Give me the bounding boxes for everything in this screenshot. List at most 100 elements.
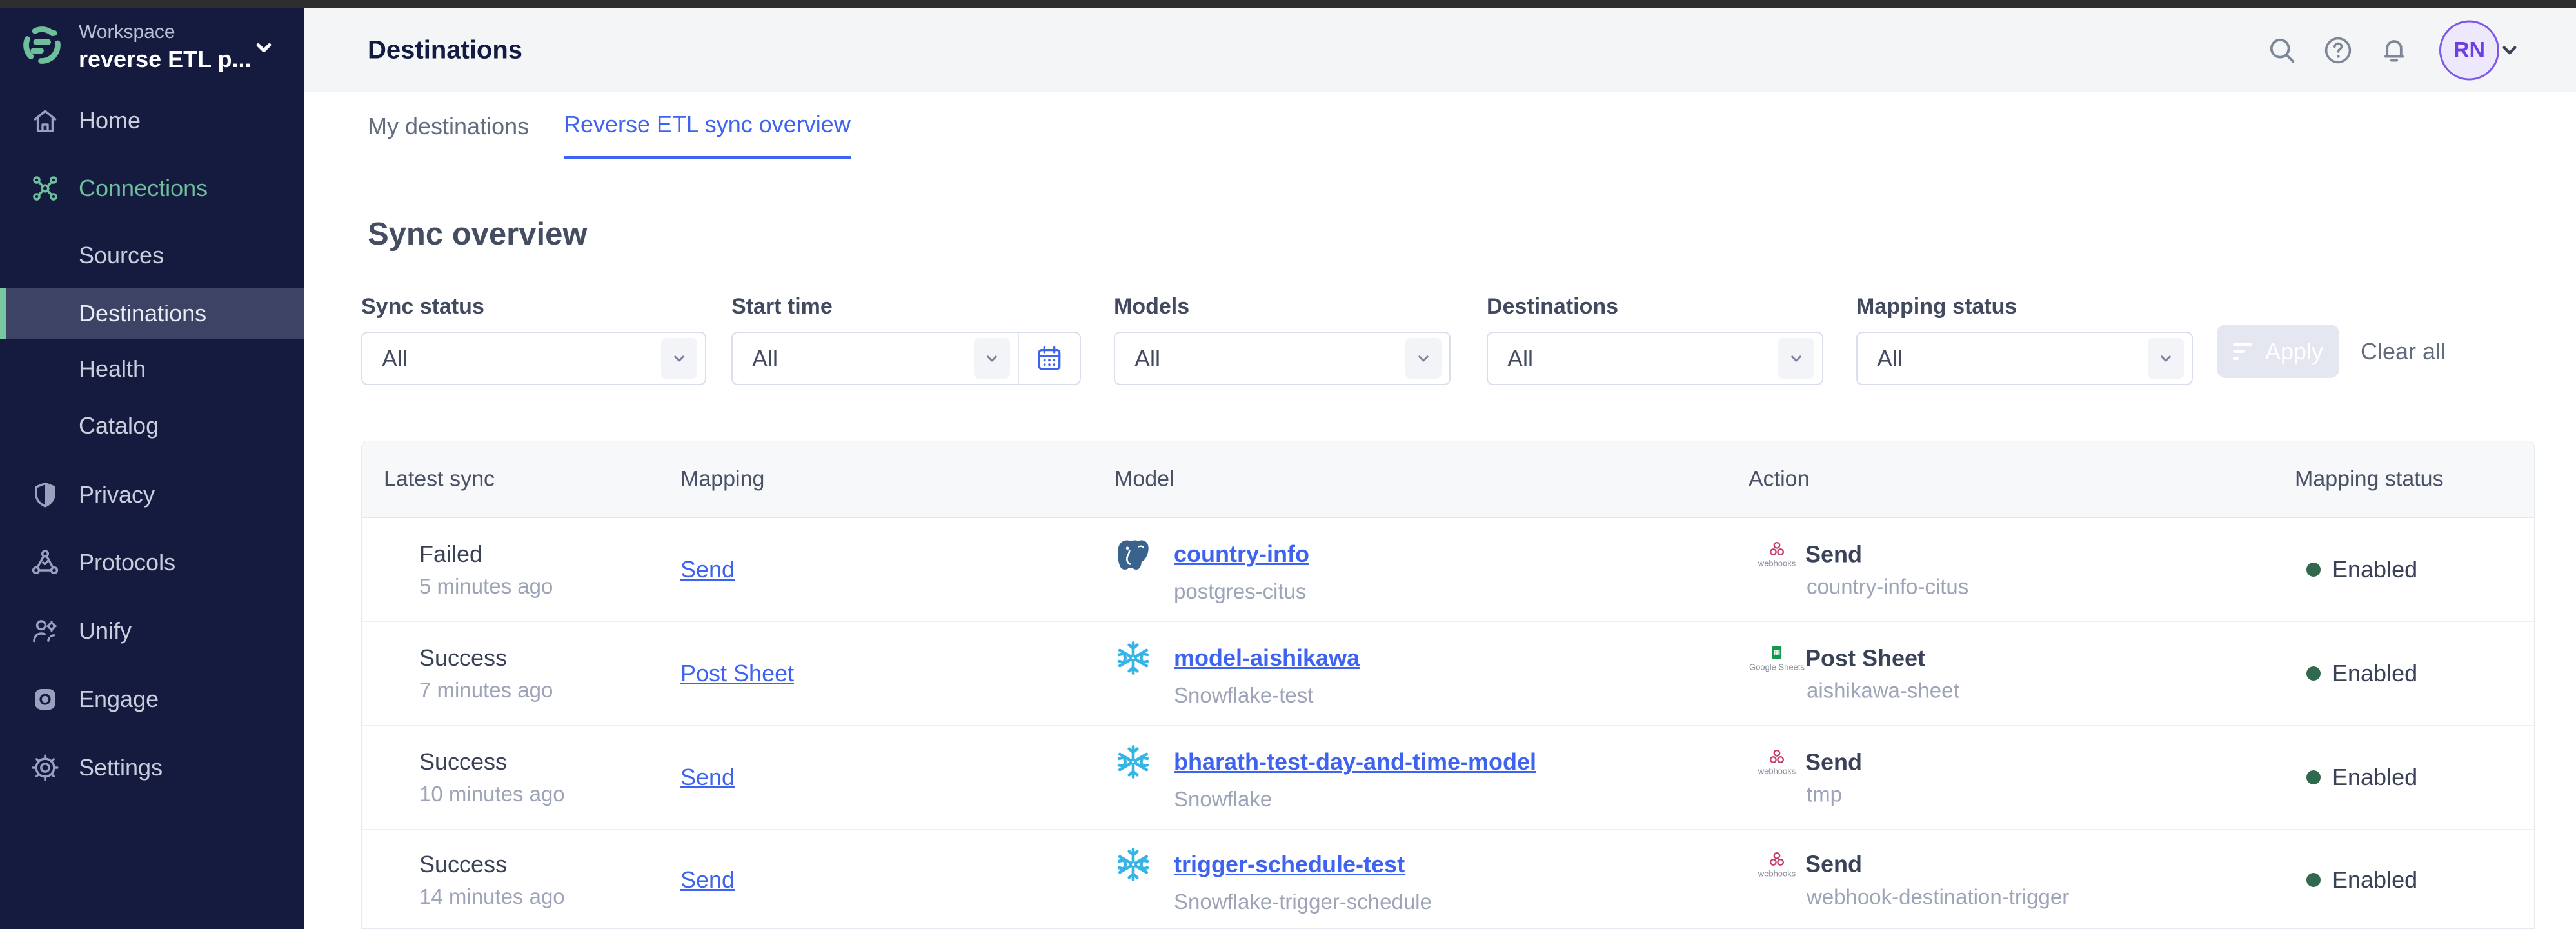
- table-row: Failed 5 minutes ago Send country-info p…: [362, 518, 2534, 622]
- sync-status-text: Success: [419, 748, 507, 775]
- sidebar-item-health[interactable]: Health: [0, 343, 304, 395]
- start-time-select[interactable]: All: [731, 332, 1081, 385]
- enabled-status-icon: [2306, 563, 2321, 577]
- sidebar-item-home[interactable]: Home: [0, 95, 304, 146]
- action-name: Send: [1805, 541, 1862, 568]
- table-row: Success 10 minutes ago Send bharath-test: [362, 726, 2534, 830]
- mapping-status-text: Enabled: [2332, 660, 2417, 687]
- search-icon[interactable]: [2266, 35, 2297, 66]
- unify-icon: [30, 615, 61, 646]
- select-value: All: [1507, 345, 1533, 372]
- model-link[interactable]: trigger-schedule-test: [1174, 851, 1405, 878]
- window-chrome-strip: [0, 0, 2576, 8]
- chevron-down-icon: [661, 338, 697, 379]
- engage-icon: [30, 684, 61, 715]
- sidebar: Workspace reverse ETL p... Home Connecti…: [0, 8, 304, 929]
- models-select[interactable]: All: [1114, 332, 1451, 385]
- latest-sync-cell: Success 14 minutes ago: [383, 851, 565, 909]
- mapping-link[interactable]: Send: [680, 556, 735, 583]
- sidebar-item-engage[interactable]: Engage: [0, 674, 304, 725]
- snowflake-icon: [1115, 639, 1152, 677]
- sync-status-text: Success: [419, 851, 507, 878]
- main-content: Sync overview Sync status All Start time…: [304, 159, 2576, 929]
- sidebar-item-label: Engage: [79, 686, 159, 713]
- help-icon[interactable]: [2323, 35, 2353, 66]
- postgres-icon: [1115, 535, 1152, 573]
- mapping-status-text: Enabled: [2332, 764, 2417, 791]
- filter-mapping-status: Mapping status All: [1856, 294, 2193, 385]
- column-header-action: Action: [1749, 467, 1810, 492]
- sidebar-item-catalog[interactable]: Catalog: [0, 400, 304, 452]
- select-value: All: [1877, 345, 1903, 372]
- chevron-down-icon: [2148, 338, 2184, 379]
- sync-time: 7 minutes ago: [419, 678, 553, 703]
- model-source: Snowflake-trigger-schedule: [1174, 890, 1432, 914]
- latest-sync-cell: Success 7 minutes ago: [383, 644, 553, 703]
- model-source: Snowflake-test: [1174, 683, 1360, 708]
- mapping-link[interactable]: Send: [680, 866, 735, 893]
- column-header-latest-sync: Latest sync: [384, 467, 495, 492]
- destinations-select[interactable]: All: [1487, 332, 1823, 385]
- sidebar-item-settings[interactable]: Settings: [0, 742, 304, 794]
- mapping-link[interactable]: Send: [680, 764, 735, 790]
- filter-label: Sync status: [361, 294, 706, 319]
- webhooks-icon: webhooks: [1749, 748, 1805, 776]
- destination-name: country-info-citus: [1807, 575, 1968, 599]
- webhooks-icon: webhooks: [1749, 541, 1805, 568]
- filter-label: Destinations: [1487, 294, 1823, 319]
- chevron-down-icon[interactable]: [2497, 37, 2522, 63]
- sidebar-item-label: Home: [79, 107, 141, 134]
- protocols-icon: [30, 547, 61, 578]
- sync-status-select[interactable]: All: [361, 332, 706, 385]
- workspace-label: Workspace: [79, 21, 175, 43]
- model-link[interactable]: country-info: [1174, 541, 1309, 568]
- model-link[interactable]: model-aishikawa: [1174, 644, 1360, 672]
- model-source: Snowflake: [1174, 787, 1536, 812]
- sidebar-item-unify[interactable]: Unify: [0, 605, 304, 657]
- sidebar-item-destinations[interactable]: Destinations: [0, 288, 304, 339]
- sidebar-item-label: Settings: [79, 754, 163, 781]
- sync-status-text: Failed: [419, 541, 482, 568]
- sync-status-text: Success: [419, 644, 507, 672]
- avatar[interactable]: RN: [2439, 20, 2499, 80]
- tab-my-destinations[interactable]: My destinations: [368, 93, 529, 159]
- sidebar-item-sources[interactable]: Sources: [0, 230, 304, 281]
- column-header-mapping-status: Mapping status: [2295, 467, 2444, 492]
- gear-icon: [30, 752, 61, 783]
- model-link[interactable]: bharath-test-day-and-time-model: [1174, 748, 1536, 775]
- sidebar-item-privacy[interactable]: Privacy: [0, 469, 304, 521]
- tab-reverse-etl-sync-overview[interactable]: Reverse ETL sync overview: [564, 93, 851, 159]
- workspace-name: reverse ETL p...: [79, 46, 251, 73]
- chevron-down-icon: [1405, 338, 1442, 379]
- select-value: All: [752, 345, 778, 372]
- clear-all-link[interactable]: Clear all: [2361, 338, 2446, 365]
- table-header: Latest sync Mapping Model Action Mapping…: [362, 441, 2534, 518]
- destination-name: webhook-destination-trigger: [1807, 884, 2069, 909]
- apply-button[interactable]: Apply: [2217, 325, 2339, 378]
- mapping-link[interactable]: Post Sheet: [680, 660, 794, 686]
- apply-label: Apply: [2265, 338, 2323, 365]
- snowflake-icon: [1115, 846, 1152, 883]
- filter-label: Mapping status: [1856, 294, 2193, 319]
- rudderstack-logo-icon: [19, 23, 64, 68]
- workspace-switcher[interactable]: Workspace reverse ETL p...: [0, 17, 304, 88]
- mapping-status-select[interactable]: All: [1856, 332, 2193, 385]
- calendar-icon[interactable]: [1018, 333, 1080, 384]
- latest-sync-cell: Failed 5 minutes ago: [383, 541, 553, 599]
- sidebar-item-label: Unify: [79, 617, 132, 644]
- mapping-status-text: Enabled: [2332, 556, 2417, 583]
- table-row: Success 14 minutes ago Send trigger-sche: [362, 830, 2534, 929]
- sidebar-item-connections[interactable]: Connections: [0, 163, 304, 214]
- enabled-status-icon: [2306, 873, 2321, 887]
- bell-icon[interactable]: [2379, 35, 2410, 66]
- avatar-initials: RN: [2453, 37, 2485, 63]
- sidebar-item-protocols[interactable]: Protocols: [0, 537, 304, 588]
- filter-models: Models All: [1114, 294, 1451, 385]
- chevron-down-icon: [1778, 338, 1814, 379]
- action-name: Post Sheet: [1805, 644, 1925, 672]
- chevron-down-icon: [974, 338, 1010, 379]
- tabs-bar: My destinations Reverse ETL sync overvie…: [304, 93, 2576, 159]
- filter-label: Start time: [731, 294, 1081, 319]
- sync-time: 5 minutes ago: [419, 574, 553, 599]
- enabled-status-icon: [2306, 770, 2321, 784]
